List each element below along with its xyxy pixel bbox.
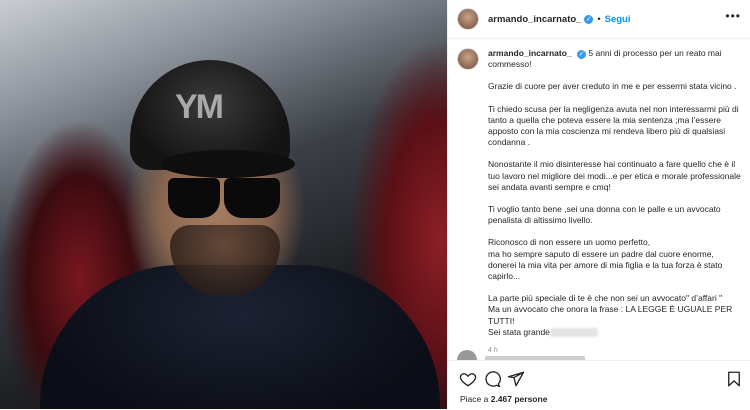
caption-username[interactable]: armando_incarnato_	[488, 48, 572, 58]
likes-prefix: Piace a	[460, 394, 491, 404]
caption-paragraph-5: Riconosco di non essere un uomo perfetto…	[488, 237, 723, 282]
caption-paragraph-4: Ti voglio tanto bene ,sei una donna con …	[488, 204, 721, 226]
caption-paragraph-1: Grazie di cuore per aver creduto in me e…	[488, 81, 737, 92]
more-options-icon[interactable]: •••	[725, 9, 741, 23]
photo-glasses-left	[168, 178, 220, 218]
post-side-panel: armando_incarnato_ ✓ • Segui ••• armando…	[447, 0, 750, 409]
comments-area[interactable]: armando_incarnato_ ✓ 5 anni di processo …	[448, 38, 750, 360]
photo-cap-brim	[160, 150, 295, 178]
caption-author-avatar[interactable]	[457, 48, 479, 70]
caption-paragraph-3: Nonostante il mio disinteresse hai conti…	[488, 159, 741, 192]
photo-glasses-right	[224, 178, 280, 218]
heart-icon[interactable]	[459, 370, 477, 388]
next-comment-partial	[457, 350, 585, 360]
bookmark-icon[interactable]	[725, 370, 743, 388]
photo-cap-logo: YM	[175, 88, 224, 126]
comment-icon[interactable]	[483, 370, 501, 388]
post-photo[interactable]: YM	[0, 0, 447, 409]
share-icon[interactable]	[507, 370, 525, 388]
caption-last-line: Sei stata grande	[488, 327, 741, 338]
caption-paragraph-7: Sei stata grande	[488, 326, 550, 337]
comment-avatar[interactable]	[457, 350, 477, 360]
post-header: armando_incarnato_ ✓ • Segui •••	[448, 0, 750, 39]
caption-row: armando_incarnato_ ✓ 5 anni di processo …	[448, 38, 750, 356]
caption-first-paragraph: armando_incarnato_ ✓ 5 anni di processo …	[488, 48, 741, 70]
likes-summary[interactable]: Piace a 2.467 persone	[460, 394, 547, 404]
header-separator: •	[597, 14, 601, 24]
caption-verified-icon: ✓	[577, 50, 586, 59]
author-username[interactable]: armando_incarnato_	[488, 14, 581, 25]
caption-paragraph-2: Ti chiedo scusa per la negligenza avuta …	[488, 103, 739, 148]
author-avatar[interactable]	[457, 8, 479, 30]
action-bar: Piace a 2.467 persone	[448, 360, 750, 410]
blurred-text	[549, 328, 598, 338]
follow-button[interactable]: Segui	[605, 14, 631, 25]
caption-text: armando_incarnato_ ✓ 5 anni di processo …	[488, 48, 741, 356]
caption-paragraph-6: La parte più speciale di te è che non se…	[488, 293, 733, 326]
verified-badge-icon: ✓	[584, 14, 594, 24]
likes-count[interactable]: 2.467 persone	[491, 394, 548, 404]
